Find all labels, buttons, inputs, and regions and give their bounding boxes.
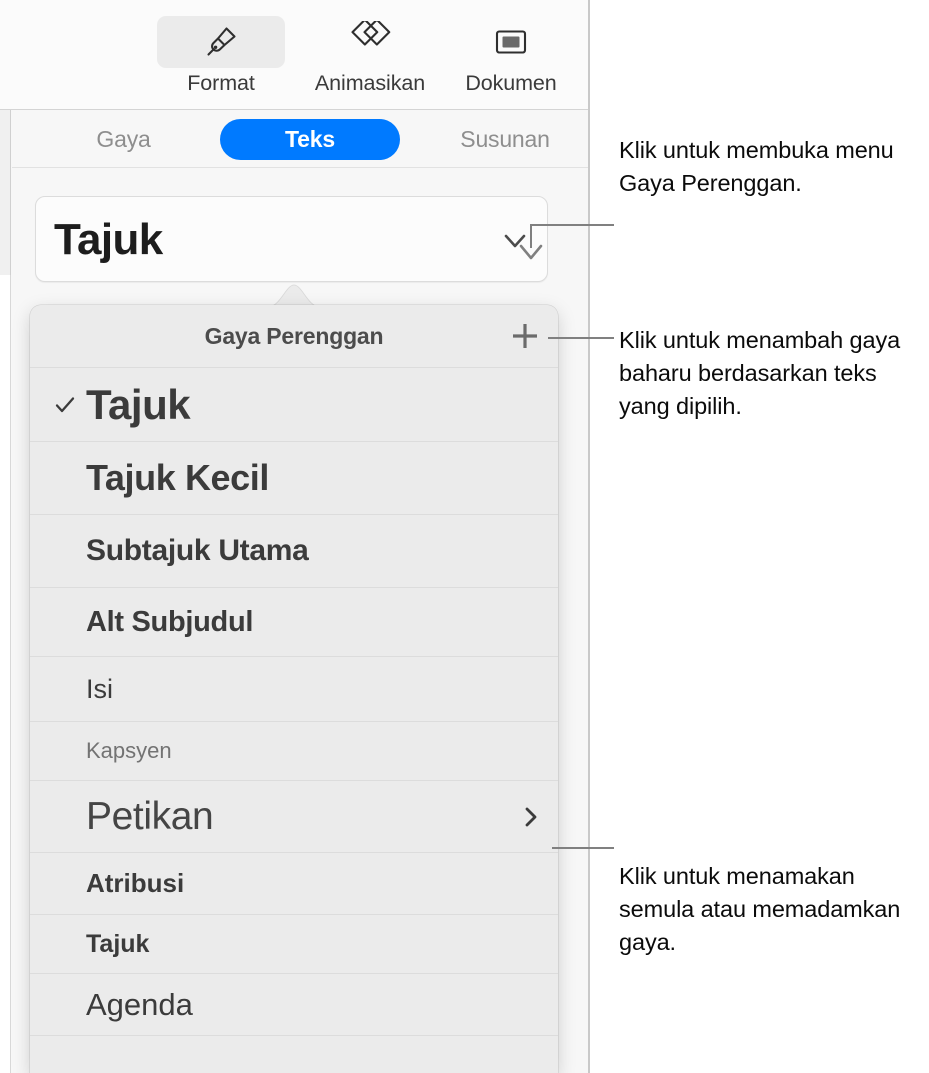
list-item[interactable]: Kapsyen — [30, 722, 558, 781]
list-item-label: Tajuk Kecil — [86, 457, 270, 498]
tab-susunan[interactable]: Susunan — [425, 119, 585, 160]
toolbar-label-document: Dokumen — [465, 71, 557, 95]
list-item-label: Alt Subjudul — [86, 605, 254, 638]
list-item-label: Isi — [86, 673, 113, 704]
panel-right-border — [588, 0, 590, 1073]
tab-teks[interactable]: Teks — [220, 119, 400, 160]
list-item[interactable]: Isi — [30, 657, 558, 722]
popup-header: Gaya Perenggan — [30, 305, 558, 368]
checkmark-icon — [52, 392, 78, 418]
list-item-label: Atribusi — [86, 868, 185, 898]
list-item-label: Subtajuk Utama — [86, 534, 309, 567]
list-item[interactable]: Subtajuk Utama — [30, 515, 558, 588]
paragraph-style-button[interactable]: Tajuk — [35, 196, 548, 282]
callout-add-style: Klik untuk menambah gaya baharu berdasar… — [619, 327, 901, 419]
toolbar-label-format: Format — [187, 71, 255, 95]
list-item-label: Tajuk — [86, 380, 191, 428]
screenshot-stage: Format Animasikan Dokumen Gaya Teks Susu… — [0, 0, 929, 1073]
toolbar-label-animate: Animasikan — [314, 71, 426, 95]
list-item[interactable]: Atribusi — [30, 853, 558, 915]
inspector-tabbar: Gaya Teks Susunan — [12, 110, 590, 168]
list-item[interactable]: Tajuk — [30, 915, 558, 974]
paintbrush-icon — [157, 16, 285, 68]
callout-leader-1-horizontal — [530, 224, 614, 226]
callout-arrow-1 — [517, 240, 545, 269]
list-item-label: Kapsyen — [86, 738, 172, 763]
toolbar-button-document[interactable]: Dokumen — [447, 16, 575, 96]
inspector-toolbar: Format Animasikan Dokumen — [0, 0, 590, 110]
list-item-label: Petikan — [86, 794, 214, 838]
callout-rename-delete: Klik untuk menamakan semula atau memadam… — [619, 863, 901, 955]
list-item[interactable]: Tajuk — [30, 368, 558, 442]
list-item[interactable]: Alt Subjudul — [30, 588, 558, 657]
diamonds-icon — [306, 16, 434, 68]
paragraph-style-value: Tajuk — [54, 215, 163, 264]
toolbar-button-format[interactable]: Format — [157, 16, 285, 96]
chevron-right-icon[interactable] — [520, 806, 542, 828]
list-item[interactable]: Agenda — [30, 974, 558, 1036]
callout-open-menu: Klik untuk membuka menu Gaya Perenggan. — [619, 137, 894, 196]
toolbar-button-animate[interactable]: Animasikan — [306, 16, 434, 96]
popup-notch — [268, 283, 320, 307]
callout-leader-3 — [552, 847, 614, 849]
panel-left-gutter-lower — [0, 275, 11, 1073]
list-item-label: Agenda — [86, 986, 193, 1022]
list-item[interactable]: Tajuk Kecil — [30, 442, 558, 515]
tab-gaya[interactable]: Gaya — [66, 119, 181, 160]
paragraph-styles-popup: Gaya Perenggan Tajuk Tajuk Kecil Subtaju… — [30, 305, 558, 1073]
popup-title: Gaya Perenggan — [204, 323, 384, 349]
document-rect-icon — [447, 16, 575, 68]
format-inspector-panel: Format Animasikan Dokumen Gaya Teks Susu… — [0, 0, 590, 1073]
list-item-label: Tajuk — [86, 929, 150, 958]
callout-leader-2 — [548, 337, 614, 339]
list-item[interactable]: Petikan — [30, 781, 558, 853]
plus-icon[interactable] — [508, 319, 542, 353]
